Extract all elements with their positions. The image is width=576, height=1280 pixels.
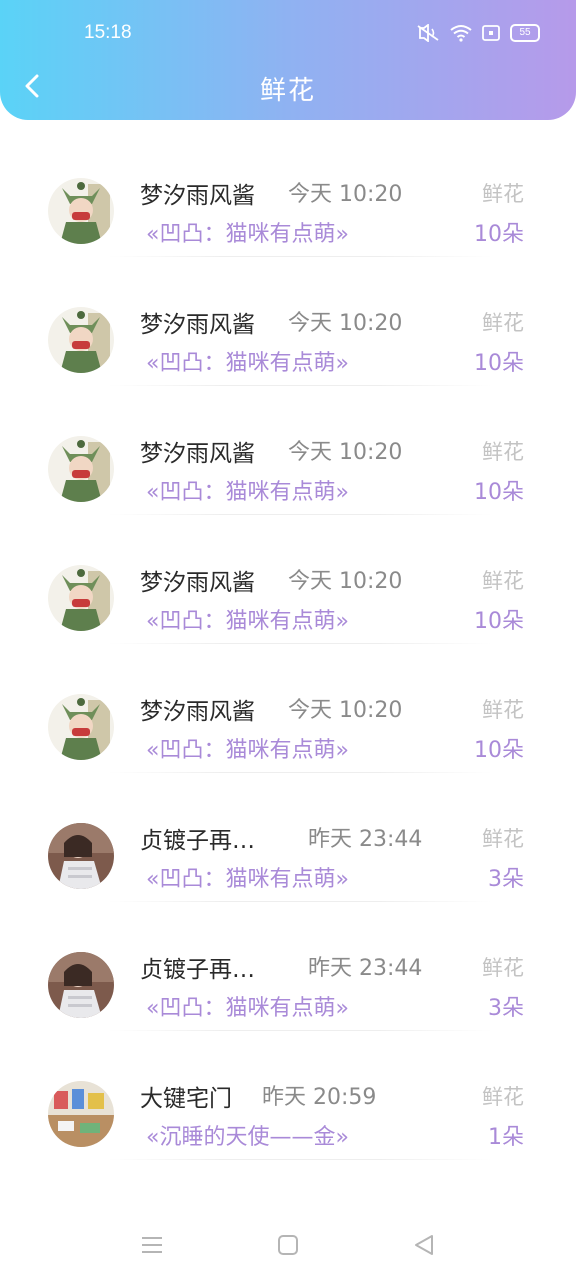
flower-label: 鲜花 [482, 1085, 524, 1109]
flower-count: 10朵 [474, 738, 524, 763]
list-item[interactable]: 梦汐雨风酱 今天 10:20 «凹凸：猫咪有点萌» 鲜花 10朵 [0, 257, 576, 386]
back-triangle-icon [415, 1235, 433, 1255]
flower-count: 10朵 [474, 480, 524, 505]
back-nav-button[interactable] [404, 1228, 444, 1262]
mute-icon [416, 24, 440, 42]
gift-name[interactable]: «凹凸：猫咪有点萌» [146, 216, 349, 248]
page-title: 鲜花 [259, 76, 316, 106]
status-time: 15:18 [84, 22, 132, 43]
flower-count: 10朵 [474, 222, 524, 247]
gift-name[interactable]: «凹凸：猫咪有点萌» [146, 603, 349, 635]
flower-label: 鲜花 [482, 311, 524, 335]
send-time: 今天 10:20 [288, 182, 403, 207]
avatar[interactable] [48, 307, 114, 373]
sender-name: 梦汐雨风酱 [140, 570, 255, 596]
gift-name[interactable]: «凹凸：猫咪有点萌» [146, 474, 349, 506]
avatar[interactable] [48, 1081, 114, 1147]
gift-name[interactable]: «凹凸：猫咪有点萌» [146, 732, 349, 764]
system-navigation-bar [0, 1208, 576, 1280]
gift-name[interactable]: «凹凸：猫咪有点萌» [146, 861, 349, 893]
send-time: 昨天 23:44 [308, 956, 423, 981]
avatar[interactable] [48, 178, 114, 244]
flower-count: 3朵 [488, 867, 524, 892]
send-time: 今天 10:20 [288, 311, 403, 336]
status-icons: 55 [416, 24, 540, 42]
list-item[interactable]: 梦汐雨风酱 今天 10:20 «凹凸：猫咪有点萌» 鲜花 10朵 [0, 644, 576, 773]
battery-icon: 55 [510, 24, 540, 42]
gift-name[interactable]: «沉睡的天使——金» [146, 1119, 349, 1151]
sender-name: 大键宅门 [140, 1086, 232, 1112]
home-square-icon [278, 1235, 298, 1255]
list-item[interactable]: 梦汐雨风酱 今天 10:20 «凹凸：猫咪有点萌» 鲜花 10朵 [0, 515, 576, 644]
list-item[interactable]: 贞镀子再… 昨天 23:44 «凹凸：猫咪有点萌» 鲜花 3朵 [0, 773, 576, 902]
list-item[interactable]: 贞镀子再… 昨天 23:44 «凹凸：猫咪有点萌» 鲜花 3朵 [0, 902, 576, 1031]
flower-label: 鲜花 [482, 569, 524, 593]
sender-name: 贞镀子再… [140, 957, 255, 983]
sender-name: 贞镀子再… [140, 828, 255, 854]
header-bar: 15:18 55 鲜花 [0, 0, 576, 120]
sender-name: 梦汐雨风酱 [140, 441, 255, 467]
avatar[interactable] [48, 952, 114, 1018]
list-item[interactable]: 梦汐雨风酱 今天 10:20 «凹凸：猫咪有点萌» 鲜花 10朵 [0, 386, 576, 515]
avatar[interactable] [48, 694, 114, 760]
flower-count: 3朵 [488, 996, 524, 1021]
send-time: 今天 10:20 [288, 569, 403, 594]
divider [108, 1159, 492, 1160]
sender-name: 梦汐雨风酱 [140, 699, 255, 725]
gift-name[interactable]: «凹凸：猫咪有点萌» [146, 345, 349, 377]
avatar[interactable] [48, 436, 114, 502]
avatar[interactable] [48, 565, 114, 631]
gift-name[interactable]: «凹凸：猫咪有点萌» [146, 990, 349, 1022]
menu-button[interactable] [132, 1228, 172, 1262]
menu-icon [142, 1237, 162, 1253]
sender-name: 梦汐雨风酱 [140, 312, 255, 338]
flower-count: 10朵 [474, 351, 524, 376]
flower-label: 鲜花 [482, 956, 524, 980]
list-item[interactable]: 大键宅门 昨天 20:59 «沉睡的天使——金» 鲜花 1朵 [0, 1031, 576, 1160]
flower-label: 鲜花 [482, 827, 524, 851]
send-time: 昨天 23:44 [308, 827, 423, 852]
flower-label: 鲜花 [482, 440, 524, 464]
send-time: 今天 10:20 [288, 698, 403, 723]
list-item[interactable]: 梦汐雨风酱 今天 10:20 «凹凸：猫咪有点萌» 鲜花 10朵 [0, 128, 576, 257]
home-button[interactable] [268, 1228, 308, 1262]
flower-count: 10朵 [474, 609, 524, 634]
avatar[interactable] [48, 823, 114, 889]
send-time: 昨天 20:59 [262, 1085, 377, 1110]
flower-label: 鲜花 [482, 698, 524, 722]
sender-name: 梦汐雨风酱 [140, 183, 255, 209]
flower-record-list[interactable]: 梦汐雨风酱 今天 10:20 «凹凸：猫咪有点萌» 鲜花 10朵 梦汐雨风酱 今… [0, 128, 576, 1208]
flower-label: 鲜花 [482, 182, 524, 206]
flower-count: 1朵 [488, 1125, 524, 1150]
wifi-icon [450, 24, 472, 42]
sim-icon [482, 25, 500, 41]
send-time: 今天 10:20 [288, 440, 403, 465]
